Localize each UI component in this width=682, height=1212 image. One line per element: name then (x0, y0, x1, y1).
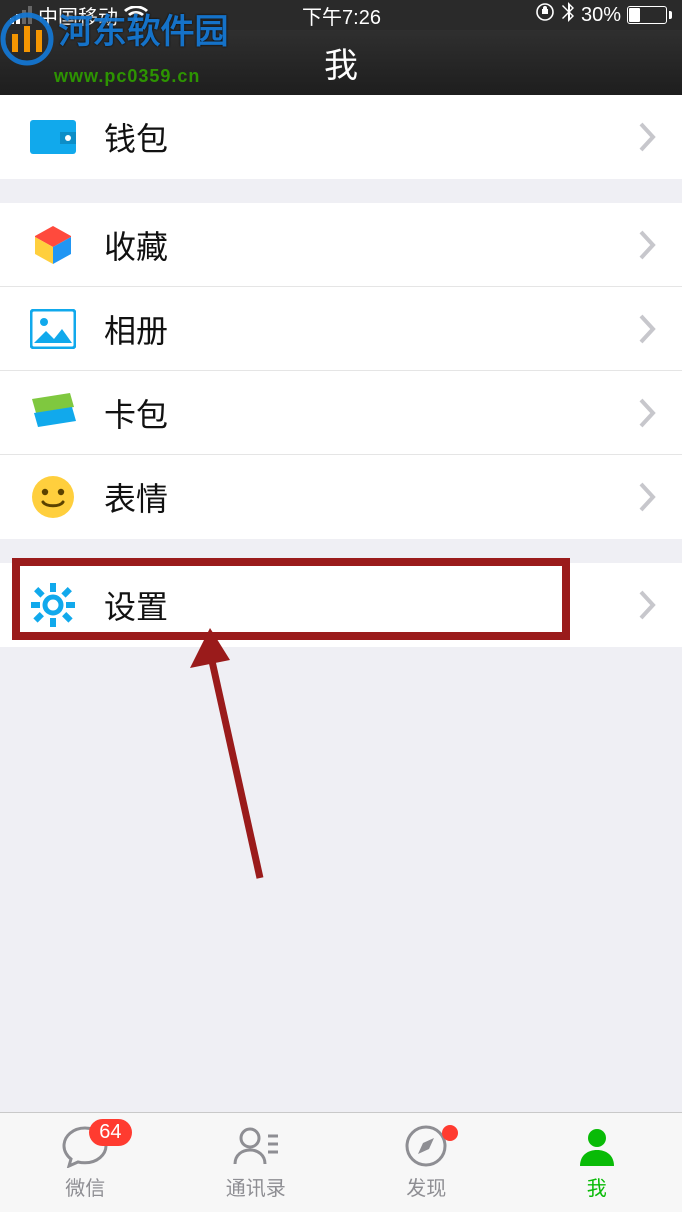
battery-pct-label: 30% (581, 4, 621, 27)
wallet-icon (30, 114, 76, 160)
row-label: 表情 (104, 474, 168, 520)
gear-icon (30, 582, 76, 628)
row-label: 卡包 (104, 390, 168, 436)
chevron-right-icon (638, 590, 656, 620)
contacts-icon (232, 1124, 280, 1168)
badge-count: 64 (89, 1119, 131, 1146)
wifi-icon (124, 6, 148, 24)
chevron-right-icon (638, 482, 656, 512)
row-favorites[interactable]: 收藏 (0, 203, 682, 287)
row-label: 收藏 (104, 222, 168, 268)
row-album[interactable]: 相册 (0, 287, 682, 371)
tab-contacts[interactable]: 通讯录 (171, 1113, 342, 1212)
carrier-label: 中国移动 (38, 1, 118, 30)
chevron-right-icon (638, 398, 656, 428)
orientation-lock-icon (535, 2, 555, 28)
tab-discover[interactable]: 发现 (341, 1113, 512, 1212)
clock-label: 下午7:26 (302, 1, 381, 30)
bluetooth-icon (561, 2, 575, 28)
tab-label: 微信 (65, 1172, 105, 1201)
chevron-right-icon (638, 314, 656, 344)
chevron-right-icon (638, 122, 656, 152)
tab-label: 发现 (406, 1172, 446, 1201)
battery-icon (627, 6, 672, 24)
tab-label: 通讯录 (226, 1172, 286, 1201)
row-wallet[interactable]: 钱包 (0, 95, 682, 179)
list-group: 设置 (0, 563, 682, 647)
page-title: 我 (324, 38, 358, 87)
page-title-bar: 我 (0, 30, 682, 95)
chevron-right-icon (638, 230, 656, 260)
signal-icon (10, 6, 32, 24)
list-group: 钱包 (0, 95, 682, 179)
badge-dot (442, 1125, 458, 1141)
row-stickers[interactable]: 表情 (0, 455, 682, 539)
picture-icon (30, 306, 76, 352)
list-group: 收藏 相册 卡包 表情 (0, 203, 682, 539)
tab-me[interactable]: 我 (512, 1113, 682, 1212)
tab-bar: 微信 64 通讯录 发现 我 (0, 1112, 682, 1212)
row-cards[interactable]: 卡包 (0, 371, 682, 455)
smiley-icon (30, 474, 76, 520)
row-label: 设置 (104, 582, 168, 628)
status-bar: 中国移动 下午7:26 30% (0, 0, 682, 30)
row-label: 钱包 (104, 114, 168, 160)
annotation-arrow (150, 628, 290, 903)
person-icon (575, 1124, 619, 1168)
tab-label: 我 (587, 1172, 607, 1201)
row-settings[interactable]: 设置 (0, 563, 682, 647)
row-label: 相册 (104, 306, 168, 352)
cards-icon (30, 390, 76, 436)
tab-chats[interactable]: 微信 64 (0, 1113, 171, 1212)
cube-icon (30, 222, 76, 268)
